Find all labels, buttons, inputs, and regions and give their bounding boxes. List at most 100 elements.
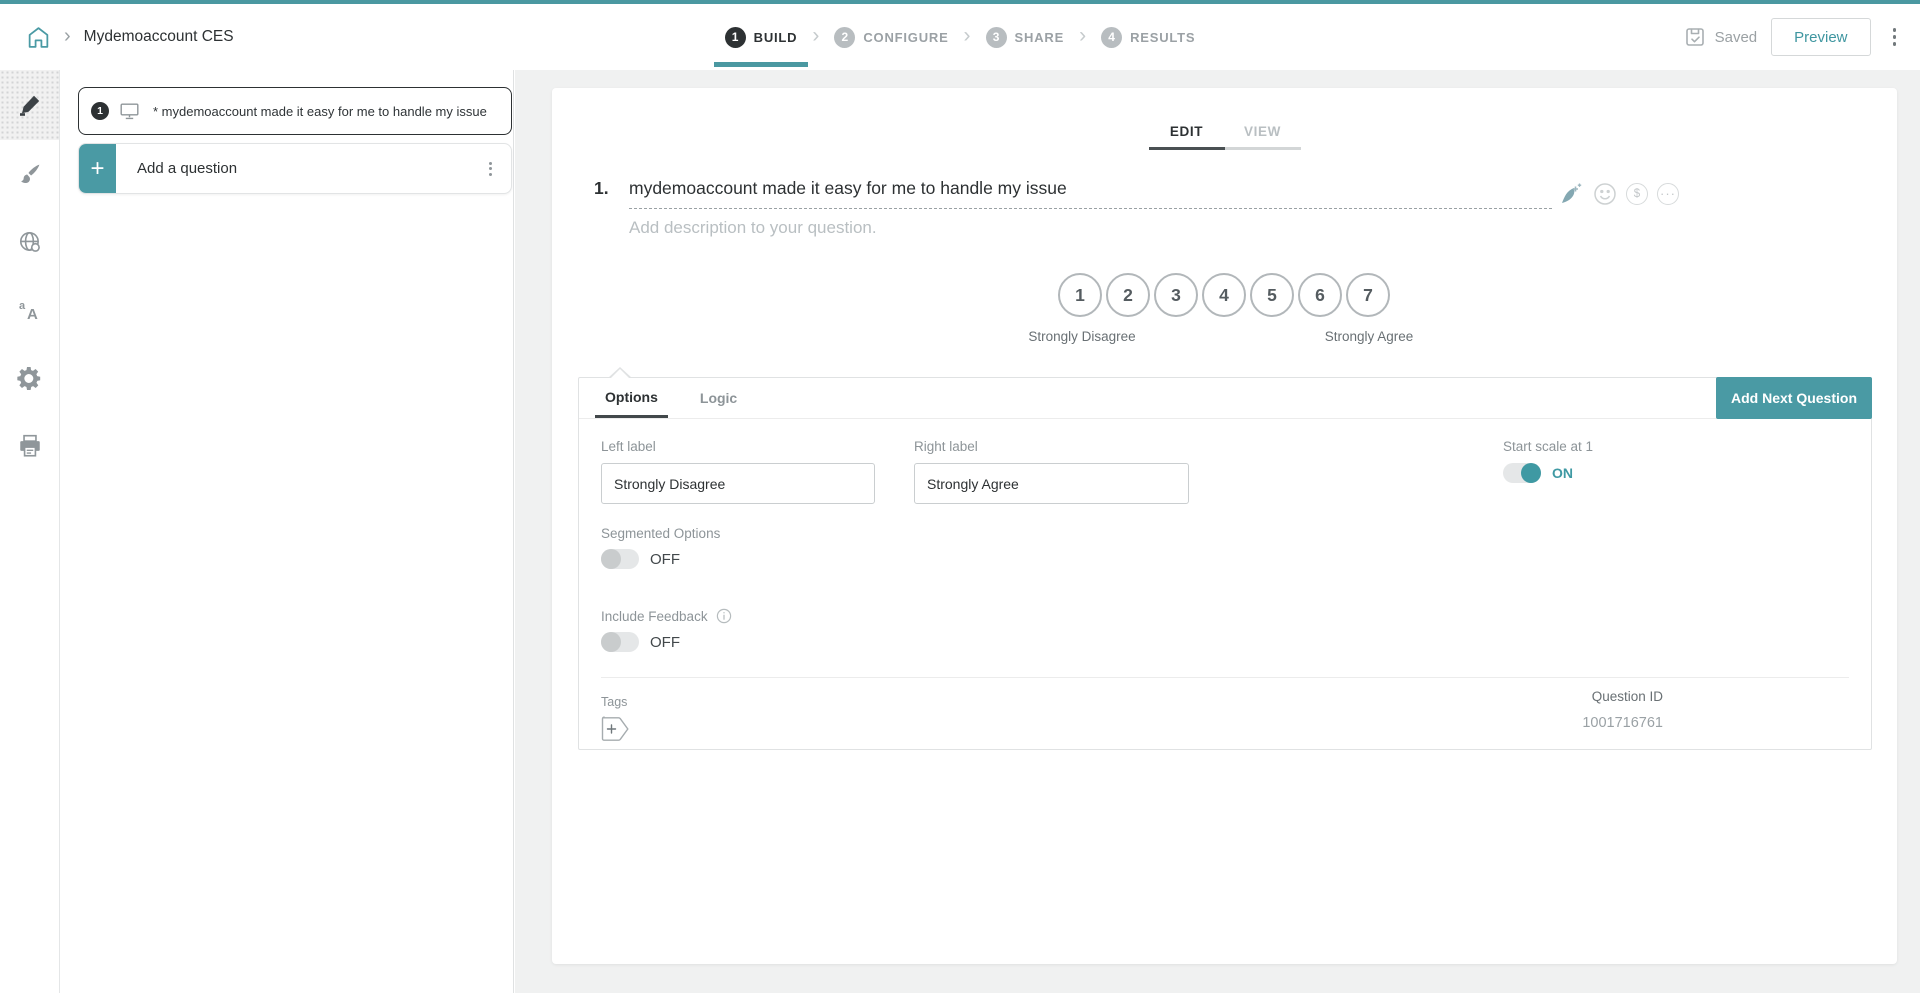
question-id-caption: Question ID — [1582, 689, 1663, 704]
tag-plus-icon[interactable] — [601, 716, 631, 747]
segmented-options-caption: Segmented Options — [601, 526, 1849, 541]
question-list-item-1[interactable]: 1 * mydemoaccount made it easy for me to… — [78, 87, 512, 135]
question-number-badge: 1 — [91, 102, 109, 120]
svg-text:a: a — [19, 300, 26, 312]
edit-view-tabs: EDIT VIEW — [552, 88, 1897, 150]
add-next-question-button[interactable]: Add Next Question — [1716, 377, 1872, 419]
step-configure-number: 2 — [834, 27, 855, 48]
rail-customize-appearance[interactable] — [0, 140, 59, 208]
tags-section: Tags Question ID 1001716761 — [601, 695, 1849, 747]
tab-edit[interactable]: EDIT — [1149, 124, 1225, 150]
rail-translations[interactable]: aA — [0, 276, 59, 344]
chevron-separator-icon: › — [964, 25, 971, 49]
start-scale-caption: Start scale at 1 — [1503, 439, 1593, 454]
breadcrumb: › Mydemoaccount CES — [26, 4, 234, 70]
edit-pencil-icon — [17, 92, 43, 118]
settings-gear-icon — [16, 365, 43, 392]
question-options-panel: Options Logic Add Next Question Left lab… — [578, 377, 1872, 750]
question-text-field[interactable]: mydemoaccount made it easy for me to han… — [629, 178, 1552, 209]
question-id-value: 1001716761 — [1582, 715, 1663, 731]
tab-logic[interactable]: Logic — [690, 378, 747, 418]
include-feedback-group: Include Feedback OFF — [601, 608, 1849, 652]
step-results-label: RESULTS — [1130, 30, 1195, 45]
plus-icon: + — [79, 144, 116, 193]
chevron-separator-icon: › — [1079, 25, 1086, 49]
rail-web-distribution[interactable] — [0, 208, 59, 276]
ces-scale: 1 2 3 4 5 6 7 — [1058, 273, 1390, 317]
start-scale-state: ON — [1552, 465, 1573, 481]
options-divider — [601, 677, 1849, 678]
question-editor-card: EDIT VIEW 1. mydemoaccount made it easy … — [552, 88, 1897, 964]
rail-edit-questions[interactable] — [0, 70, 59, 140]
home-icon[interactable] — [26, 25, 51, 50]
tab-options[interactable]: Options — [595, 378, 668, 418]
top-accent-bar — [0, 0, 1920, 4]
build-stepper: 1 BUILD › 2 CONFIGURE › 3 SHARE › 4 RESU… — [0, 4, 1920, 70]
scale-option-6[interactable]: 6 — [1298, 273, 1342, 317]
step-share[interactable]: 3 SHARE — [986, 27, 1065, 48]
segmented-options-toggle[interactable] — [601, 549, 639, 569]
step-configure[interactable]: 2 CONFIGURE — [834, 27, 948, 48]
step-build-label: BUILD — [754, 30, 798, 45]
main-content-area: EDIT VIEW 1. mydemoaccount made it easy … — [515, 70, 1920, 993]
step-build-number: 1 — [725, 27, 746, 48]
segmented-options-group: Segmented Options OFF — [601, 526, 1849, 569]
print-icon — [17, 433, 43, 459]
include-feedback-toggle[interactable] — [601, 632, 639, 652]
web-globe-icon — [17, 229, 43, 255]
start-scale-group: Start scale at 1 ON — [1503, 439, 1593, 504]
save-floppy-icon — [1683, 25, 1707, 49]
start-scale-toggle[interactable] — [1503, 463, 1541, 483]
tab-view[interactable]: VIEW — [1225, 124, 1301, 150]
step-configure-label: CONFIGURE — [863, 30, 948, 45]
left-label-input[interactable] — [601, 463, 875, 504]
tool-rail: aA — [0, 70, 60, 993]
rail-print[interactable] — [0, 412, 59, 480]
scale-option-3[interactable]: 3 — [1154, 273, 1198, 317]
options-logic-tabs: Options Logic — [579, 378, 1871, 419]
scale-right-anchor: Strongly Agree — [1325, 329, 1414, 344]
left-label-group: Left label — [601, 439, 875, 504]
save-status: Saved — [1683, 25, 1758, 49]
translate-icon: aA — [17, 297, 43, 323]
right-label-input[interactable] — [914, 463, 1189, 504]
question-id-block: Question ID 1001716761 — [1582, 689, 1663, 731]
scale-option-5[interactable]: 5 — [1250, 273, 1294, 317]
scale-option-7[interactable]: 7 — [1346, 273, 1390, 317]
question-item-label: * mydemoaccount made it easy for me to h… — [153, 104, 487, 119]
question-index: 1. — [594, 178, 609, 199]
rail-settings[interactable] — [0, 344, 59, 412]
include-feedback-caption: Include Feedback — [601, 609, 708, 624]
scale-left-anchor: Strongly Disagree — [1028, 329, 1135, 344]
left-label-caption: Left label — [601, 439, 875, 454]
svg-text:A: A — [27, 306, 38, 323]
add-question-button[interactable]: + Add a question — [78, 143, 512, 194]
smiley-icon[interactable] — [1593, 182, 1617, 206]
dollar-icon[interactable]: $ — [1626, 183, 1648, 205]
right-label-caption: Right label — [914, 439, 1189, 454]
step-share-label: SHARE — [1015, 30, 1065, 45]
preview-button[interactable]: Preview — [1771, 18, 1870, 56]
feather-sparkles-icon[interactable] — [1558, 182, 1584, 206]
breadcrumb-survey-title: Mydemoaccount CES — [84, 28, 234, 46]
right-label-group: Right label — [914, 439, 1189, 504]
add-question-kebab-icon[interactable] — [484, 157, 497, 181]
question-description-placeholder[interactable]: Add description to your question. — [629, 218, 877, 238]
header-kebab-menu-icon[interactable] — [1885, 22, 1905, 52]
chevron-right-icon: › — [64, 26, 71, 48]
chevron-separator-icon: › — [812, 25, 819, 49]
monitor-icon — [120, 103, 139, 120]
step-build[interactable]: 1 BUILD — [725, 27, 798, 48]
step-share-number: 3 — [986, 27, 1007, 48]
info-icon[interactable] — [716, 608, 732, 624]
scale-option-4[interactable]: 4 — [1202, 273, 1246, 317]
add-question-label: Add a question — [137, 160, 237, 177]
question-list-panel: 1 * mydemoaccount made it easy for me to… — [60, 70, 514, 993]
scale-option-1[interactable]: 1 — [1058, 273, 1102, 317]
scale-option-2[interactable]: 2 — [1106, 273, 1150, 317]
ellipsis-icon[interactable]: ··· — [1657, 183, 1679, 205]
include-feedback-state: OFF — [650, 634, 680, 651]
step-results-number: 4 — [1101, 27, 1122, 48]
step-results[interactable]: 4 RESULTS — [1101, 27, 1195, 48]
segmented-options-state: OFF — [650, 551, 680, 568]
